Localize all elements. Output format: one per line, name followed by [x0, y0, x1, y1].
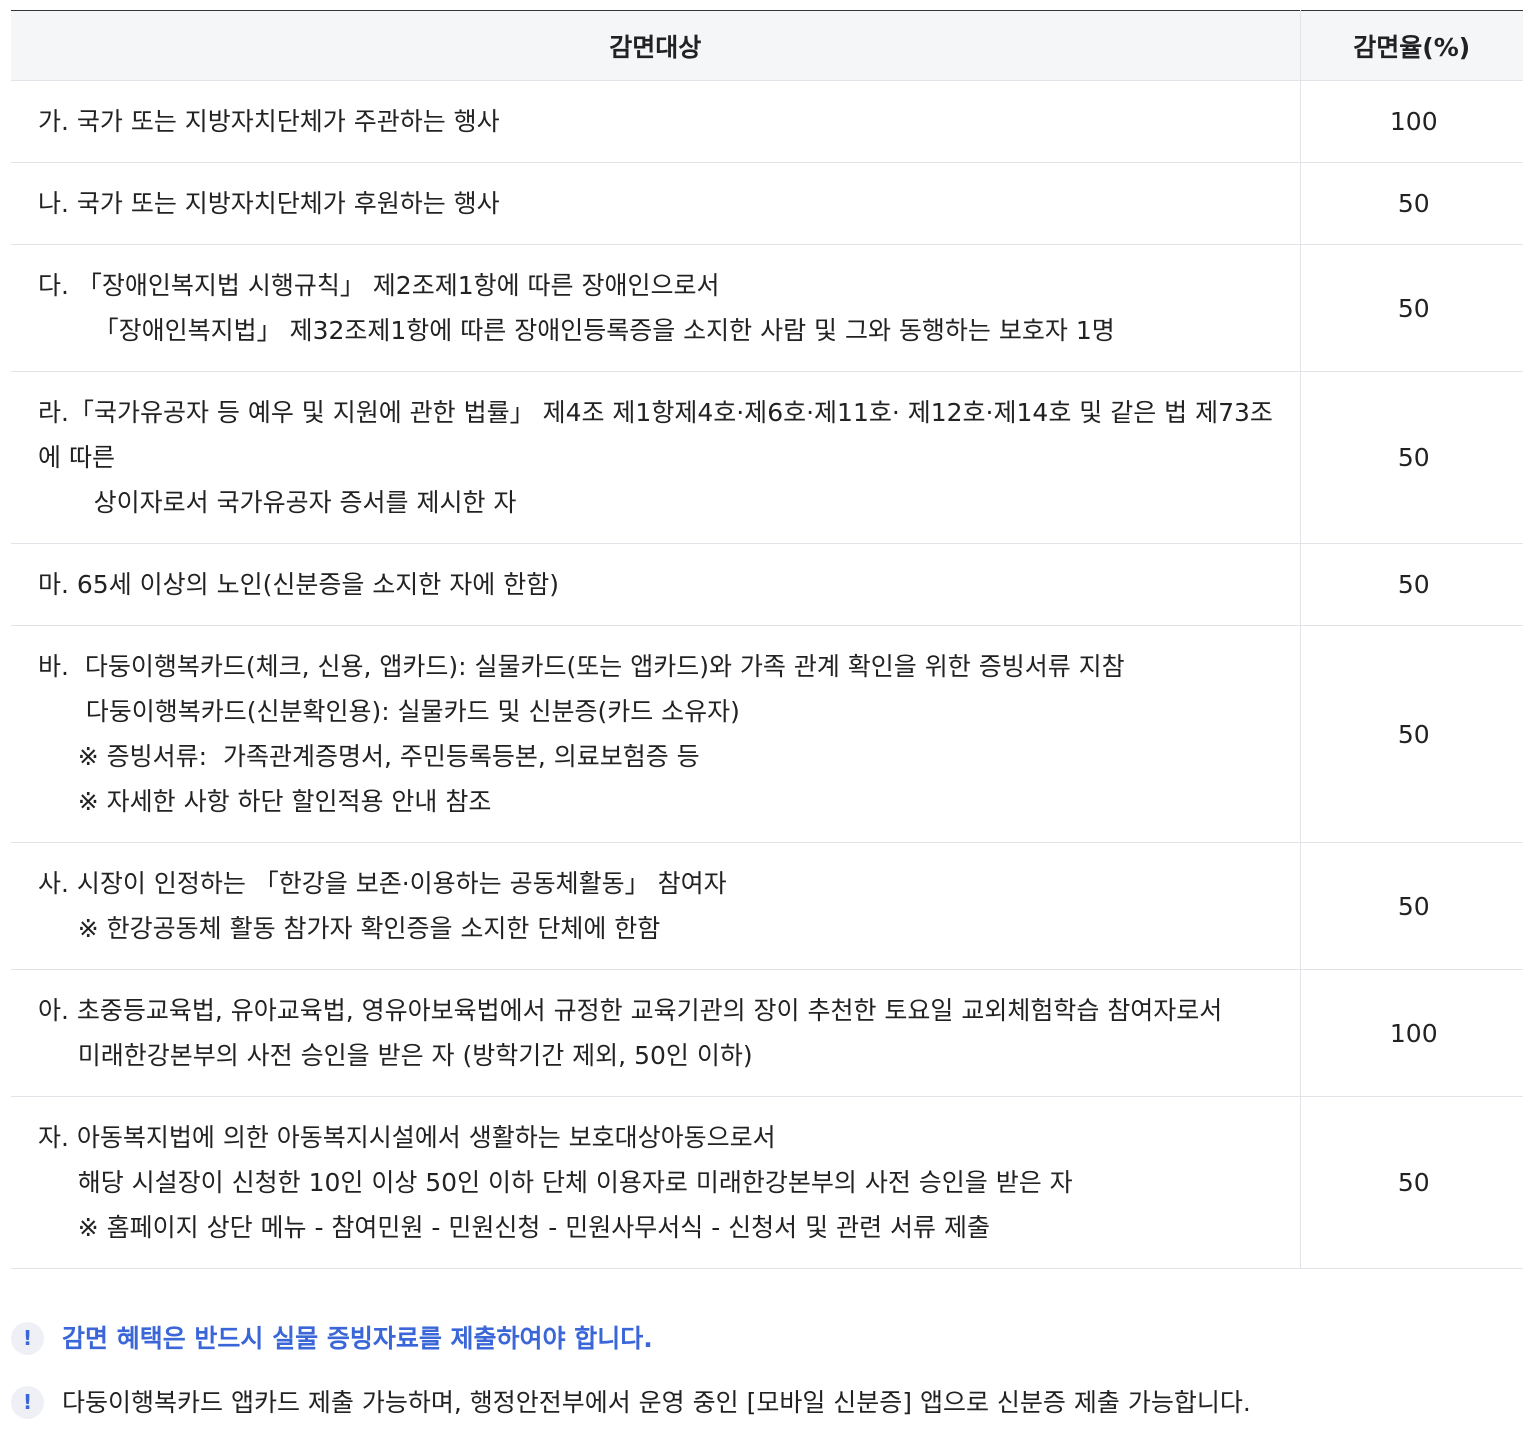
discount-target-cell: 가. 국가 또는 지방자치단체가 주관하는 행사 — [11, 80, 1301, 163]
discount-target-line: 사. 시장이 인정하는 「한강을 보존·이용하는 공동체활동」 참여자 — [38, 869, 727, 898]
discount-rate-cell: 50 — [1300, 371, 1523, 544]
discount-rate-cell: 50 — [1300, 244, 1523, 372]
discount-target-cell: 바. 다둥이행복카드(체크, 신용, 앱카드): 실물카드(또는 앱카드)와 가… — [11, 625, 1301, 843]
table-row: 바. 다둥이행복카드(체크, 신용, 앱카드): 실물카드(또는 앱카드)와 가… — [11, 625, 1523, 843]
discount-rate-cell: 100 — [1300, 969, 1523, 1097]
discount-rate-cell: 50 — [1300, 543, 1523, 626]
table-row: 아. 초중등교육법, 유아교육법, 영유아보육법에서 규정한 교육기관의 장이 … — [11, 969, 1523, 1097]
discount-target-line: ※ 홈페이지 상단 메뉴 - 참여민원 - 민원신청 - 민원사무서식 - 신청… — [38, 1213, 990, 1242]
discount-target-cell: 라.「국가유공자 등 예우 및 지원에 관한 법률」 제4조 제1항제4호·제6… — [11, 371, 1301, 544]
discount-target-cell: 마. 65세 이상의 노인(신분증을 소지한 자에 한함) — [11, 543, 1301, 626]
table-row: 다. 「장애인복지법 시행규칙」 제2조제1항에 따른 장애인으로서 「장애인복… — [11, 244, 1523, 372]
table-header-row: 감면대상 감면율(%) — [11, 10, 1523, 81]
discount-target-line: ※ 자세한 사항 하단 할인적용 안내 참조 — [38, 787, 492, 816]
discount-target-line: 다둥이행복카드(신분확인용): 실물카드 및 신분증(카드 소유자) — [38, 697, 740, 726]
table-row: 자. 아동복지법에 의한 아동복지시설에서 생활하는 보호대상아동으로서 해당 … — [11, 1096, 1523, 1269]
notice-item: ! 감면 혜택은 반드시 실물 증빙자료를 제출하여야 합니다. — [11, 1316, 1523, 1361]
discount-target-line: 자. 아동복지법에 의한 아동복지시설에서 생활하는 보호대상아동으로서 — [38, 1123, 776, 1152]
discount-target-line: 해당 시설장이 신청한 10인 이상 50인 이하 단체 이용자로 미래한강본부… — [38, 1168, 1073, 1197]
discount-rate-cell: 50 — [1300, 162, 1523, 245]
table-row: 라.「국가유공자 등 예우 및 지원에 관한 법률」 제4조 제1항제4호·제6… — [11, 371, 1523, 544]
discount-rate-cell: 50 — [1300, 625, 1523, 843]
discount-target-line: ※ 증빙서류: 가족관계증명서, 주민등록등본, 의료보험증 등 — [38, 742, 700, 771]
notice-text: 감면 혜택은 반드시 실물 증빙자료를 제출하여야 합니다. — [62, 1324, 653, 1353]
discount-table: 감면대상 감면율(%) 가. 국가 또는 지방자치단체가 주관하는 행사 100 나… — [11, 10, 1523, 1269]
table-row: 사. 시장이 인정하는 「한강을 보존·이용하는 공동체활동」 참여자 ※ 한강… — [11, 842, 1523, 970]
discount-target-cell: 사. 시장이 인정하는 「한강을 보존·이용하는 공동체활동」 참여자 ※ 한강… — [11, 842, 1301, 970]
discount-rate-cell: 50 — [1300, 1096, 1523, 1269]
discount-target-line: ※ 한강공동체 활동 참가자 확인증을 소지한 단체에 한함 — [38, 914, 661, 943]
header-discount-rate: 감면율(%) — [1300, 10, 1523, 81]
discount-target-cell: 아. 초중등교육법, 유아교육법, 영유아보육법에서 규정한 교육기관의 장이 … — [11, 969, 1301, 1097]
table-body: 가. 국가 또는 지방자치단체가 주관하는 행사 100 나. 국가 또는 지방자치… — [11, 80, 1523, 1269]
table-row: 가. 국가 또는 지방자치단체가 주관하는 행사 100 — [11, 80, 1523, 163]
discount-target-line: 「장애인복지법」 제32조제1항에 따른 장애인등록증을 소지한 사람 및 그와… — [38, 316, 1115, 345]
discount-target-cell: 다. 「장애인복지법 시행규칙」 제2조제1항에 따른 장애인으로서 「장애인복… — [11, 244, 1301, 372]
notice-text: 다둥이행복카드 앱카드 제출 가능하며, 행정안전부에서 운영 중인 [모바일 … — [62, 1388, 1251, 1417]
discount-target-cell: 나. 국가 또는 지방자치단체가 후원하는 행사 — [11, 162, 1301, 245]
discount-target-line: 마. 65세 이상의 노인(신분증을 소지한 자에 한함) — [38, 570, 559, 599]
discount-table-wrapper: 감면대상 감면율(%) 가. 국가 또는 지방자치단체가 주관하는 행사 100 나… — [11, 10, 1523, 1269]
discount-target-line: 바. 다둥이행복카드(체크, 신용, 앱카드): 실물카드(또는 앱카드)와 가… — [38, 652, 1125, 681]
discount-target-line: 라.「국가유공자 등 예우 및 지원에 관한 법률」 제4조 제1항제4호·제6… — [38, 398, 1273, 472]
discount-target-cell: 자. 아동복지법에 의한 아동복지시설에서 생활하는 보호대상아동으로서 해당 … — [11, 1096, 1301, 1269]
discount-target-line: 다. 「장애인복지법 시행규칙」 제2조제1항에 따른 장애인으로서 — [38, 271, 720, 300]
header-discount-target: 감면대상 — [11, 10, 1301, 81]
discount-target-line: 아. 초중등교육법, 유아교육법, 영유아보육법에서 규정한 교육기관의 장이 … — [38, 996, 1223, 1025]
discount-target-line: 나. 국가 또는 지방자치단체가 후원하는 행사 — [38, 189, 500, 218]
notice-list: ! 감면 혜택은 반드시 실물 증빙자료를 제출하여야 합니다.! 다둥이행복카드 … — [11, 1316, 1523, 1444]
discount-rate-cell: 100 — [1300, 80, 1523, 163]
table-row: 나. 국가 또는 지방자치단체가 후원하는 행사 50 — [11, 162, 1523, 245]
discount-target-line: 상이자로서 국가유공자 증서를 제시한 자 — [38, 488, 517, 517]
exclamation-icon: ! — [11, 1322, 44, 1355]
notice-item: ! 다둥이행복카드 앱카드 제출 가능하며, 행정안전부에서 운영 중인 [모바일… — [11, 1380, 1523, 1425]
discount-rate-cell: 50 — [1300, 842, 1523, 970]
discount-target-line: 가. 국가 또는 지방자치단체가 주관하는 행사 — [38, 107, 500, 136]
exclamation-icon: ! — [11, 1386, 44, 1419]
table-row: 마. 65세 이상의 노인(신분증을 소지한 자에 한함) 50 — [11, 543, 1523, 626]
discount-target-line: 미래한강본부의 사전 승인을 받은 자 (방학기간 제외, 50인 이하) — [38, 1041, 753, 1070]
